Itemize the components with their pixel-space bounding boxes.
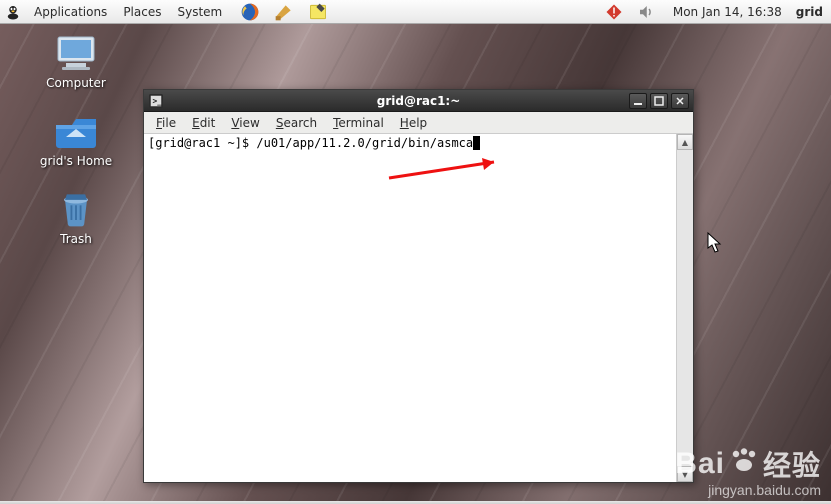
places-menu[interactable]: Places: [115, 2, 169, 22]
terminal-scrollbar[interactable]: ▲ ▼: [676, 134, 693, 482]
desktop-icon-label: grid's Home: [40, 154, 112, 168]
update-alert-icon[interactable]: [604, 2, 624, 22]
scroll-down-button[interactable]: ▼: [677, 466, 693, 482]
menu-search[interactable]: Search: [268, 114, 325, 132]
window-titlebar[interactable]: >_ grid@rac1:~: [144, 90, 693, 112]
maximize-button[interactable]: [650, 93, 668, 109]
window-title: grid@rac1:~: [377, 94, 461, 108]
firefox-icon[interactable]: [239, 1, 261, 23]
desktop-icons-area: Computer grid's Home Trash: [36, 32, 116, 246]
terminal-prompt: [grid@rac1 ~]$: [148, 136, 256, 150]
user-menu[interactable]: grid: [796, 5, 823, 19]
desktop-icon-home[interactable]: grid's Home: [36, 110, 116, 168]
terminal-window: >_ grid@rac1:~ File Edit View Search Ter…: [143, 89, 694, 483]
menu-edit[interactable]: Edit: [184, 114, 223, 132]
menu-help[interactable]: Help: [392, 114, 435, 132]
annotation-arrow-icon: [384, 156, 524, 186]
menu-terminal[interactable]: Terminal: [325, 114, 392, 132]
desktop-icon-label: Trash: [60, 232, 92, 246]
terminal-icon: >_: [148, 93, 164, 109]
menu-file[interactable]: File: [148, 114, 184, 132]
desktop-icon-label: Computer: [46, 76, 106, 90]
terminal-command: /u01/app/11.2.0/grid/bin/asmca: [256, 136, 473, 150]
terminal-body: [grid@rac1 ~]$ /u01/app/11.2.0/grid/bin/…: [144, 134, 693, 482]
home-folder-icon: [52, 110, 100, 152]
distro-logo-icon: [3, 2, 23, 22]
scroll-track[interactable]: [677, 150, 693, 466]
terminal-cursor: [473, 136, 480, 150]
terminal-content[interactable]: [grid@rac1 ~]$ /u01/app/11.2.0/grid/bin/…: [144, 134, 676, 482]
trash-icon: [52, 188, 100, 230]
applications-menu[interactable]: Applications: [26, 2, 115, 22]
terminal-menubar: File Edit View Search Terminal Help: [144, 112, 693, 134]
clock[interactable]: Mon Jan 14, 16:38: [665, 5, 790, 19]
system-menu[interactable]: System: [169, 2, 230, 22]
help-icon[interactable]: [273, 1, 295, 23]
svg-text:>_: >_: [153, 96, 163, 105]
top-panel: Applications Places System Mon Jan 14, 1…: [0, 0, 831, 24]
notes-icon[interactable]: [307, 1, 329, 23]
minimize-button[interactable]: [629, 93, 647, 109]
desktop-icon-trash[interactable]: Trash: [36, 188, 116, 246]
scroll-up-button[interactable]: ▲: [677, 134, 693, 150]
menu-view[interactable]: View: [223, 114, 267, 132]
desktop-icon-computer[interactable]: Computer: [36, 32, 116, 90]
volume-icon[interactable]: [636, 2, 656, 22]
computer-icon: [52, 32, 100, 74]
close-button[interactable]: [671, 93, 689, 109]
